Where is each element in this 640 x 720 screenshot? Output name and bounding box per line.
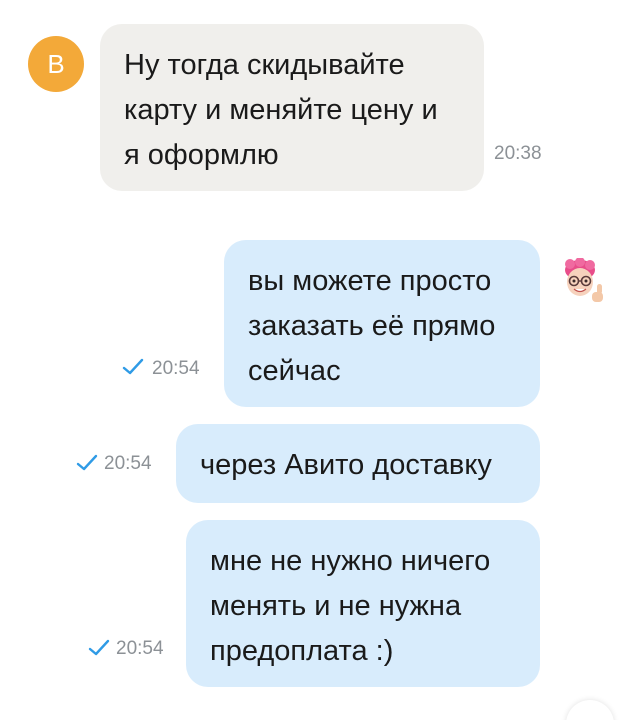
outgoing-message-bubble[interactable]: через Авито доставку <box>176 424 540 503</box>
memoji-thumbs-up-icon <box>565 258 603 302</box>
scroll-down-button[interactable] <box>566 700 614 720</box>
incoming-message-time: 20:38 <box>494 143 542 164</box>
outgoing-message-bubble[interactable]: вы можете просто заказать её прямо сейча… <box>224 240 540 407</box>
outgoing-message-time: 20:54 <box>116 638 164 659</box>
sent-check-icon <box>122 358 144 376</box>
contact-avatar[interactable]: В <box>28 36 84 92</box>
sent-check-icon <box>76 454 98 472</box>
outgoing-message-time: 20:54 <box>104 453 152 474</box>
sent-check-icon <box>88 639 110 657</box>
outgoing-message-time: 20:54 <box>152 358 200 379</box>
incoming-message-bubble[interactable]: Ну тогда скидывайте карту и меняйте цену… <box>100 24 484 191</box>
outgoing-message-bubble[interactable]: мне не нужно ничего менять и не нужна пр… <box>186 520 540 687</box>
chat-thread: В Ну тогда скидывайте карту и меняйте це… <box>0 0 640 720</box>
